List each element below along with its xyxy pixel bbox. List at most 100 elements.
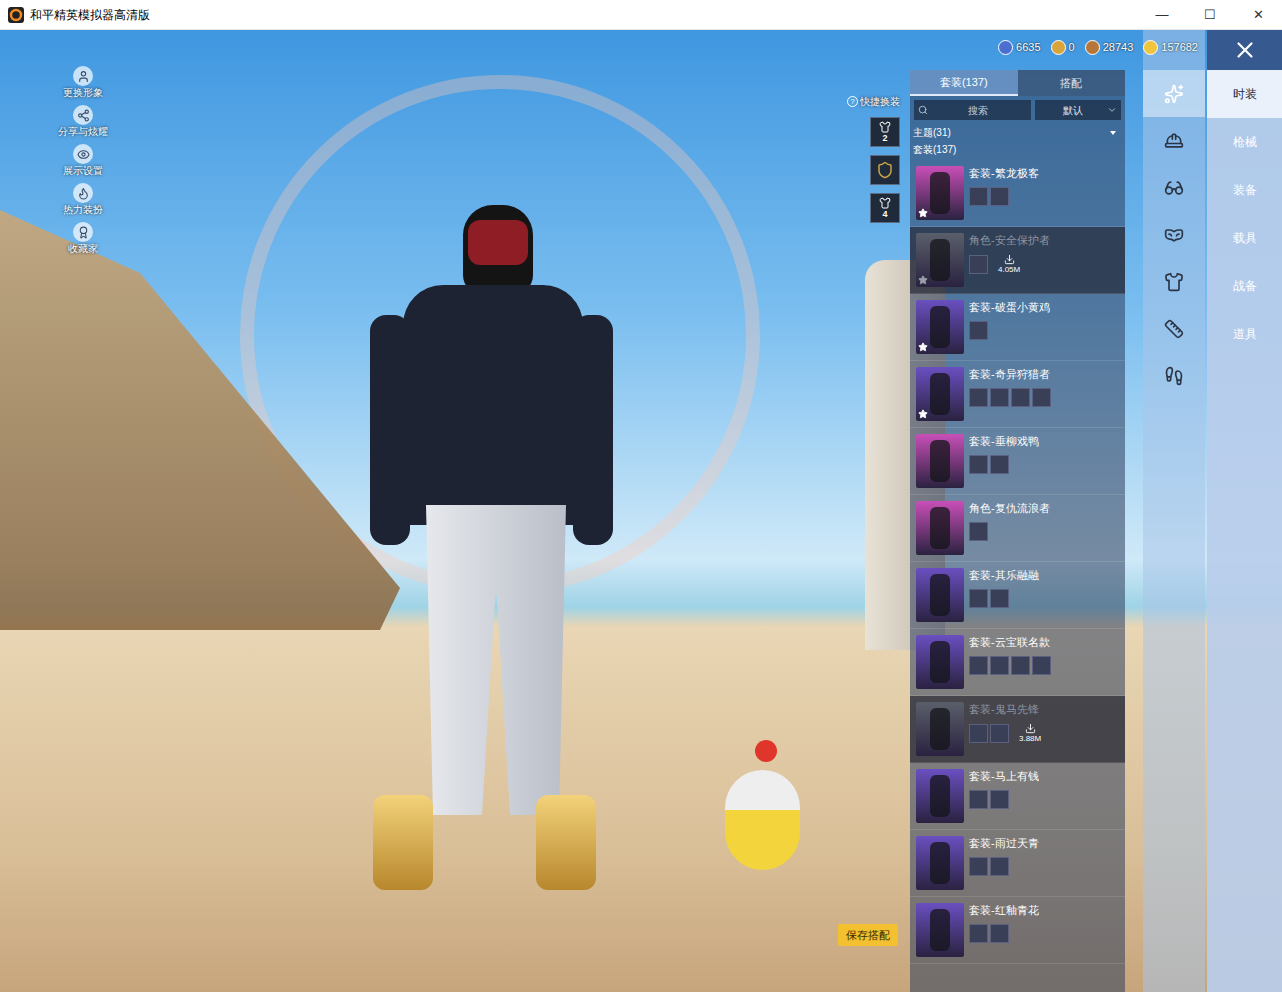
quick-change-label: 快捷换装 bbox=[860, 94, 900, 109]
outfit-item[interactable]: 套装-红釉青花 bbox=[910, 897, 1125, 964]
outfit-item[interactable]: 套装-奇异狩猎者 bbox=[910, 361, 1125, 428]
chick-pet bbox=[725, 770, 800, 870]
help-badge[interactable]: ? bbox=[847, 96, 858, 107]
category-tab[interactable] bbox=[1143, 211, 1205, 258]
title-bar: 和平精英模拟器高清版 —☐✕ bbox=[0, 0, 1282, 30]
download-indicator[interactable]: 4.05M bbox=[998, 254, 1020, 274]
part-thumbnail bbox=[990, 924, 1009, 943]
currency: 157682 bbox=[1143, 39, 1198, 56]
outfit-item[interactable]: 套装-云宝联名款 bbox=[910, 629, 1125, 696]
character-jacket bbox=[403, 285, 583, 525]
category-tab[interactable] bbox=[1143, 117, 1205, 164]
quick-change-slot[interactable] bbox=[870, 155, 900, 185]
scene-menu-item[interactable]: 分享与炫耀 bbox=[58, 105, 108, 138]
download-icon bbox=[1004, 254, 1015, 265]
favorite-star-icon bbox=[918, 342, 928, 352]
outfit-item[interactable]: 套装-垂柳戏鸭 bbox=[910, 428, 1125, 495]
outfit-item[interactable]: 套装-鬼马先锋 3.88M bbox=[910, 696, 1125, 763]
category-icon bbox=[1164, 131, 1184, 151]
category-tab[interactable] bbox=[1143, 305, 1205, 352]
window-control[interactable]: ✕ bbox=[1234, 0, 1282, 30]
menu-item-icon bbox=[77, 187, 90, 200]
category-tab[interactable] bbox=[1143, 352, 1205, 399]
ship bbox=[0, 210, 400, 630]
nav-tab[interactable]: 枪械 bbox=[1207, 118, 1282, 166]
theme-filter[interactable]: 主题(31) bbox=[910, 120, 1125, 140]
outfit-item[interactable]: 角色-安全保护者 4.05M bbox=[910, 227, 1125, 294]
outfit-item[interactable]: 角色-复仇流浪者 bbox=[910, 495, 1125, 562]
part-thumbnail bbox=[969, 187, 988, 206]
outfit-name: 套装-奇异狩猎者 bbox=[969, 367, 1119, 381]
download-icon bbox=[1025, 723, 1036, 734]
outfit-icon bbox=[879, 197, 891, 209]
menu-item-icon bbox=[77, 148, 90, 161]
save-outfit-button[interactable]: 保存搭配 bbox=[838, 924, 898, 947]
coin-icon bbox=[1051, 40, 1066, 55]
coin-icon bbox=[1143, 40, 1158, 55]
currency: 6635 bbox=[998, 39, 1040, 56]
part-thumbnail bbox=[990, 656, 1009, 675]
nav-tab[interactable]: 时装 bbox=[1207, 70, 1282, 118]
part-thumbnail bbox=[969, 522, 988, 541]
outfit-list: 套装-繁龙极客角色-安全保护者 4.05M 套装-破蛋小黄鸡套装-奇异狩猎者套装-垂… bbox=[910, 160, 1125, 964]
quick-change-slot[interactable]: 4 bbox=[870, 193, 900, 223]
scene-menu-item[interactable]: 展示设置 bbox=[63, 144, 103, 177]
category-tab[interactable] bbox=[1143, 164, 1205, 211]
search-field[interactable]: 搜索 bbox=[914, 100, 1031, 120]
category-icon bbox=[1164, 272, 1184, 292]
outfit-thumbnail bbox=[916, 568, 964, 622]
panel-tab[interactable]: 搭配 bbox=[1018, 70, 1126, 96]
window-title: 和平精英模拟器高清版 bbox=[30, 6, 150, 24]
category-icon bbox=[1164, 319, 1184, 339]
close-icon bbox=[1232, 37, 1258, 63]
category-icon bbox=[1164, 366, 1184, 386]
outfit-thumbnail bbox=[916, 836, 964, 890]
app-logo-icon bbox=[8, 7, 24, 23]
character-shoe-right bbox=[536, 795, 596, 890]
category-tab[interactable] bbox=[1143, 70, 1205, 117]
download-indicator[interactable]: 3.88M bbox=[1019, 723, 1041, 743]
nav-tab[interactable]: 装备 bbox=[1207, 166, 1282, 214]
scene-overlay: 更换形象分享与炫耀展示设置热力装扮收藏家?快捷换装 2 4 保存搭配 bbox=[0, 30, 910, 992]
outfit-name: 套装-鬼马先锋 bbox=[969, 702, 1119, 716]
outfit-thumbnail bbox=[916, 434, 964, 488]
filter-arrow-icon bbox=[1110, 131, 1116, 135]
panel-tab[interactable]: 套装(137) bbox=[910, 70, 1018, 96]
character bbox=[368, 175, 613, 895]
nav-tab[interactable]: 道具 bbox=[1207, 310, 1282, 358]
window-control[interactable]: — bbox=[1138, 0, 1186, 30]
category-icon bbox=[1164, 178, 1184, 198]
window-control[interactable]: ☐ bbox=[1186, 0, 1234, 30]
outfit-item[interactable]: 套装-破蛋小黄鸡 bbox=[910, 294, 1125, 361]
part-thumbnail bbox=[969, 455, 988, 474]
part-thumbnail bbox=[969, 656, 988, 675]
quick-change-slot[interactable]: 2 bbox=[870, 117, 900, 147]
part-thumbnail bbox=[969, 255, 988, 274]
close-button[interactable] bbox=[1207, 30, 1282, 70]
scene-menu-item[interactable]: 热力装扮 bbox=[63, 183, 103, 216]
scene-menu-item[interactable]: 更换形象 bbox=[63, 66, 103, 99]
outfit-thumbnail bbox=[916, 501, 964, 555]
favorite-star-icon bbox=[918, 409, 928, 419]
coin-icon bbox=[998, 40, 1013, 55]
outfit-item[interactable]: 套装-马上有钱 bbox=[910, 763, 1125, 830]
part-thumbnail bbox=[990, 589, 1009, 608]
outfit-item[interactable]: 套装-雨过天青 bbox=[910, 830, 1125, 897]
outfit-item[interactable]: 套装-繁龙极客 bbox=[910, 160, 1125, 227]
scene-menu: 更换形象分享与炫耀展示设置热力装扮收藏家 bbox=[58, 66, 108, 255]
nav-tab[interactable]: 载具 bbox=[1207, 214, 1282, 262]
favorite-star-icon bbox=[918, 275, 928, 285]
outfit-thumbnail bbox=[916, 769, 964, 823]
panel-tabs: 套装(137)搭配 bbox=[910, 70, 1125, 96]
nav-tab[interactable]: 战备 bbox=[1207, 262, 1282, 310]
outfit-name: 套装-红釉青花 bbox=[969, 903, 1119, 917]
game-screen: 更换形象分享与炫耀展示设置热力装扮收藏家?快捷换装24保存搭配663502874… bbox=[0, 30, 1282, 992]
scene-menu-item[interactable]: 收藏家 bbox=[68, 222, 98, 255]
outfit-name: 套装-垂柳戏鸭 bbox=[969, 434, 1119, 448]
character-pants bbox=[426, 505, 566, 815]
sort-dropdown[interactable]: 默认 bbox=[1035, 100, 1121, 120]
part-thumbnail bbox=[990, 187, 1009, 206]
category-tab[interactable] bbox=[1143, 258, 1205, 305]
outfit-name: 角色-安全保护者 bbox=[969, 233, 1119, 247]
outfit-item[interactable]: 套装-其乐融融 bbox=[910, 562, 1125, 629]
